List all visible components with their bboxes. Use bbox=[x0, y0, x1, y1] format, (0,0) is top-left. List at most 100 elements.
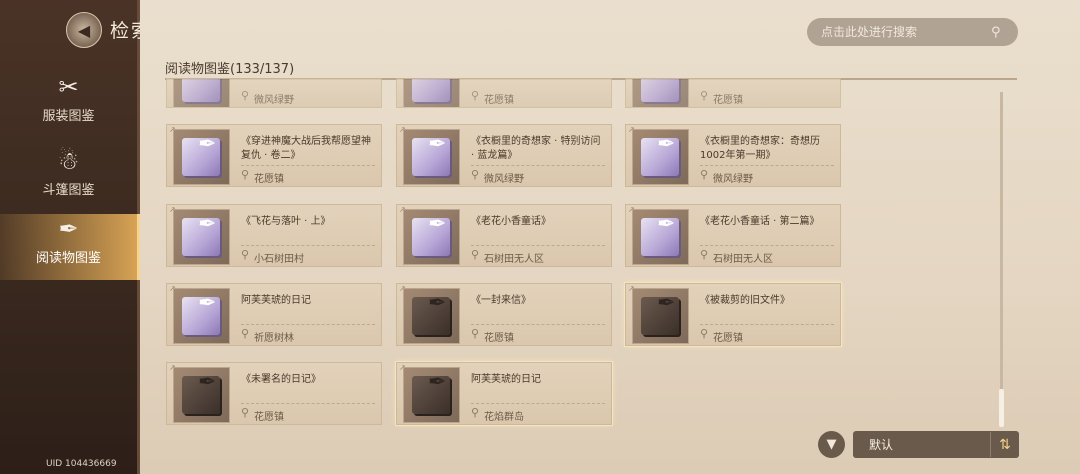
book-thumbnail: ✒ bbox=[403, 288, 460, 344]
book-location: 花愿镇 bbox=[254, 174, 284, 185]
outfit-icon: ✂ bbox=[58, 73, 79, 101]
book-location: 微风绿野 bbox=[254, 95, 294, 106]
quill-icon: ✒ bbox=[657, 212, 676, 237]
book-thumbnail: ✒ bbox=[173, 129, 230, 185]
book-title: 《衣橱里的奇想家：奇想历1002年第一期》 bbox=[700, 136, 820, 161]
quill-icon: ✒ bbox=[198, 291, 217, 316]
quill-icon: ✒ bbox=[428, 370, 447, 395]
location-pin-icon: ⚲ bbox=[241, 168, 250, 181]
book-location: 花愿镇 bbox=[484, 333, 514, 344]
book-location: 石树田无人区 bbox=[484, 254, 544, 265]
book-card[interactable]: ↗✒《老花小香童话》⚲石树田无人区 bbox=[396, 204, 612, 267]
book-thumbnail bbox=[403, 79, 460, 107]
search-input[interactable] bbox=[819, 24, 991, 40]
card-divider bbox=[241, 165, 375, 166]
book-card[interactable]: ↗✒《衣橱里的奇想家 · 特别访问 · 蓝龙篇》⚲微风绿野 bbox=[396, 124, 612, 187]
location-pin-icon: ⚲ bbox=[241, 406, 250, 419]
back-button[interactable]: ◀ bbox=[66, 12, 102, 48]
book-thumbnail bbox=[173, 79, 230, 107]
location-pin-icon: ⚲ bbox=[241, 89, 250, 102]
book-card[interactable]: ↗✒《衣橱里的奇想家：奇想历1002年第一期》⚲微风绿野 bbox=[625, 124, 841, 187]
back-arrow-icon: ◀ bbox=[77, 20, 91, 40]
sort-order-icon[interactable]: ⇅ bbox=[990, 432, 1019, 457]
quill-icon: ✒ bbox=[58, 215, 79, 243]
card-divider bbox=[471, 324, 605, 325]
book-thumbnail: ✒ bbox=[173, 367, 230, 423]
filter-button[interactable]: ▼ bbox=[818, 431, 845, 458]
book-title: 《未署名的日记》 bbox=[241, 374, 321, 385]
quill-icon: ✒ bbox=[428, 132, 447, 157]
book-title: 《穿进神魔大战后我帮愿望神复仇 · 卷二》 bbox=[241, 136, 371, 161]
book-card[interactable]: ↗✒《穿进神魔大战后我帮愿望神复仇 · 卷二》⚲花愿镇 bbox=[166, 124, 382, 187]
book-thumbnail: ✒ bbox=[403, 129, 460, 185]
sort-dropdown[interactable]: 默认 ⇅ bbox=[853, 431, 1019, 458]
sidebar-item-label: 斗篷图鉴 bbox=[42, 183, 95, 198]
sidebar: ✂ 服装图鉴 ☃ 斗篷图鉴 ✒ 阅读物图鉴 UID 104436669 bbox=[0, 0, 140, 474]
location-pin-icon: ⚲ bbox=[471, 168, 480, 181]
book-title: 《老花小香童话》 bbox=[471, 216, 551, 227]
book-card[interactable]: ↗✒《一封来信》⚲花愿镇 bbox=[396, 283, 612, 346]
book-location: 花愿镇 bbox=[484, 95, 514, 106]
book-card[interactable]: ⚲ 花愿镇 bbox=[396, 78, 612, 108]
scrollbar-track[interactable] bbox=[1000, 92, 1003, 427]
book-thumbnail: ✒ bbox=[632, 288, 689, 344]
location-pin-icon: ⚲ bbox=[241, 248, 250, 261]
book-title: 《被裁剪的旧文件》 bbox=[700, 295, 790, 306]
section-title: 阅读物图鉴(133/137) bbox=[165, 62, 295, 77]
book-icon bbox=[182, 79, 220, 102]
sidebar-item-label: 阅读物图鉴 bbox=[35, 251, 101, 266]
book-card[interactable]: ↗✒阿芙芙琥的日记⚲花焰群岛 bbox=[396, 362, 612, 425]
card-divider bbox=[241, 324, 375, 325]
sidebar-item-reading[interactable]: ✒ 阅读物图鉴 bbox=[0, 214, 140, 280]
book-title: 《一封来信》 bbox=[471, 295, 531, 306]
book-thumbnail: ✒ bbox=[173, 209, 230, 265]
book-location: 小石树田村 bbox=[254, 254, 304, 265]
location-pin-icon: ⚲ bbox=[471, 248, 480, 261]
book-thumbnail: ✒ bbox=[403, 367, 460, 423]
sidebar-item-cloak[interactable]: ☃ 斗篷图鉴 bbox=[0, 146, 137, 212]
quill-icon: ✒ bbox=[198, 132, 217, 157]
book-location: 微风绿野 bbox=[713, 174, 753, 185]
sort-label: 默认 bbox=[869, 438, 894, 452]
book-card[interactable]: ↗✒阿芙芙琥的日记⚲祈愿树林 bbox=[166, 283, 382, 346]
book-thumbnail: ✒ bbox=[632, 129, 689, 185]
quill-icon: ✒ bbox=[428, 212, 447, 237]
book-icon bbox=[412, 79, 450, 102]
book-card[interactable]: ↗✒《老花小香童话 · 第二篇》⚲石树田无人区 bbox=[625, 204, 841, 267]
location-pin-icon: ⚲ bbox=[471, 89, 480, 102]
quill-icon: ✒ bbox=[657, 291, 676, 316]
scrollbar-thumb[interactable] bbox=[999, 389, 1004, 427]
book-location: 微风绿野 bbox=[484, 174, 524, 185]
book-thumbnail: ✒ bbox=[632, 209, 689, 265]
book-card[interactable]: ↗✒《未署名的日记》⚲花愿镇 bbox=[166, 362, 382, 425]
book-card[interactable]: ↗✒《被裁剪的旧文件》⚲花愿镇 bbox=[625, 283, 841, 346]
quill-icon: ✒ bbox=[198, 212, 217, 237]
book-card[interactable]: ⚲ 花愿镇 bbox=[625, 78, 841, 108]
card-divider bbox=[700, 165, 834, 166]
card-divider bbox=[241, 245, 375, 246]
location-pin-icon: ⚲ bbox=[700, 327, 709, 340]
card-divider bbox=[471, 245, 605, 246]
search-icon[interactable]: ⚲ bbox=[991, 25, 1001, 40]
quill-icon: ✒ bbox=[428, 291, 447, 316]
book-card[interactable]: ↗✒《飞花与落叶 · 上》⚲小石树田村 bbox=[166, 204, 382, 267]
book-location: 花愿镇 bbox=[254, 412, 284, 423]
sidebar-item-outfit[interactable]: ✂ 服装图鉴 bbox=[0, 72, 137, 138]
book-location: 祈愿树林 bbox=[254, 333, 294, 344]
sidebar-item-label: 服装图鉴 bbox=[42, 109, 95, 124]
card-divider bbox=[471, 403, 605, 404]
card-divider bbox=[700, 245, 834, 246]
quill-icon: ✒ bbox=[198, 370, 217, 395]
book-location: 花愿镇 bbox=[713, 333, 743, 344]
book-location: 花焰群岛 bbox=[484, 412, 524, 423]
book-title: 《飞花与落叶 · 上》 bbox=[241, 216, 331, 227]
search-bar[interactable]: ⚲ bbox=[807, 18, 1018, 46]
card-divider bbox=[700, 324, 834, 325]
filter-icon: ▼ bbox=[826, 437, 837, 452]
location-pin-icon: ⚲ bbox=[700, 168, 709, 181]
location-pin-icon: ⚲ bbox=[241, 327, 250, 340]
book-card[interactable]: ⚲ 微风绿野 bbox=[166, 78, 382, 108]
card-divider bbox=[471, 165, 605, 166]
book-thumbnail bbox=[632, 79, 689, 107]
book-title: 《衣橱里的奇想家 · 特别访问 · 蓝龙篇》 bbox=[471, 136, 601, 161]
